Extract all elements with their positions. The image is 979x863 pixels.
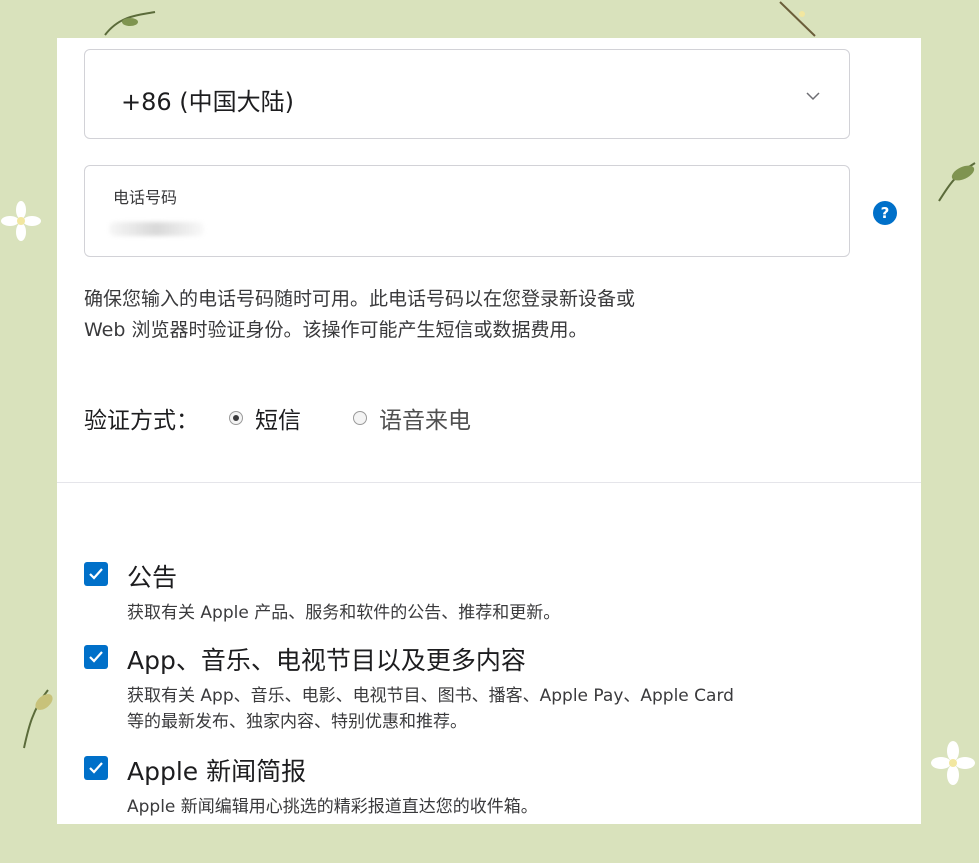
subscription-desc-apps-music-tv: 获取有关 App、音乐、电影、电视节目、图书、播客、Apple Pay、Appl… bbox=[127, 683, 847, 735]
account-form-panel: +86 (中国大陆) 电话号码 ? 确保您输入的电话号码随时可用。此电话号码以在… bbox=[57, 38, 921, 824]
subscription-title-announcements: 公告 bbox=[127, 563, 178, 592]
radio-button-sms[interactable] bbox=[229, 411, 243, 425]
country-code-value: +86 (中国大陆) bbox=[121, 88, 295, 116]
checkmark-icon bbox=[89, 762, 103, 774]
checkmark-icon bbox=[89, 651, 103, 663]
leaf-decoration-right bbox=[938, 162, 976, 202]
subscription-desc-line-2: 等的最新发布、独家内容、特别优惠和推荐。 bbox=[127, 712, 467, 732]
country-code-select[interactable]: +86 (中国大陆) bbox=[84, 49, 850, 139]
phone-number-field[interactable]: 电话号码 bbox=[84, 165, 850, 257]
radio-button-voice-call[interactable] bbox=[353, 411, 367, 425]
radio-option-sms[interactable]: 短信 bbox=[229, 401, 301, 435]
phone-info-line-2: Web 浏览器时验证身份。该操作可能产生短信或数据费用。 bbox=[84, 319, 588, 341]
phone-info-line-1: 确保您输入的电话号码随时可用。此电话号码以在您登录新设备或 bbox=[84, 288, 636, 310]
section-divider bbox=[57, 482, 921, 483]
subscription-title-apple-news: Apple 新闻简报 bbox=[127, 757, 307, 786]
phone-number-label: 电话号码 bbox=[113, 188, 178, 207]
checkbox-apple-news[interactable] bbox=[84, 756, 108, 780]
checkbox-announcements[interactable] bbox=[84, 562, 108, 586]
phone-number-value-redacted bbox=[109, 222, 204, 236]
flower-decoration-left bbox=[1, 201, 41, 241]
verification-method-label: 验证方式： bbox=[84, 408, 199, 434]
subscription-title-apps-music-tv: App、音乐、电视节目以及更多内容 bbox=[127, 646, 526, 675]
verification-method-row: 验证方式： 短信 语音来电 bbox=[84, 400, 471, 436]
radio-label-voice-call: 语音来电 bbox=[379, 408, 471, 434]
leaf-decoration-left bbox=[23, 689, 53, 749]
phone-info-text: 确保您输入的电话号码随时可用。此电话号码以在您登录新设备或 Web 浏览器时验证… bbox=[84, 284, 804, 346]
twig-decoration-top-right bbox=[779, 1, 816, 37]
subscription-desc-apple-news: Apple 新闻编辑用心挑选的精彩报道直达您的收件箱。 bbox=[127, 797, 538, 817]
checkmark-icon bbox=[89, 568, 103, 580]
flower-decoration-right bbox=[931, 741, 975, 785]
radio-option-voice-call[interactable]: 语音来电 bbox=[353, 401, 471, 435]
leaf-decoration-top bbox=[104, 11, 156, 36]
help-icon[interactable]: ? bbox=[873, 201, 897, 225]
checkbox-apps-music-tv[interactable] bbox=[84, 645, 108, 669]
subscription-desc-line-1: 获取有关 App、音乐、电影、电视节目、图书、播客、Apple Pay、Appl… bbox=[127, 686, 734, 706]
radio-label-sms: 短信 bbox=[255, 408, 301, 434]
subscription-desc-announcements: 获取有关 Apple 产品、服务和软件的公告、推荐和更新。 bbox=[127, 603, 561, 623]
chevron-down-icon bbox=[806, 92, 820, 101]
